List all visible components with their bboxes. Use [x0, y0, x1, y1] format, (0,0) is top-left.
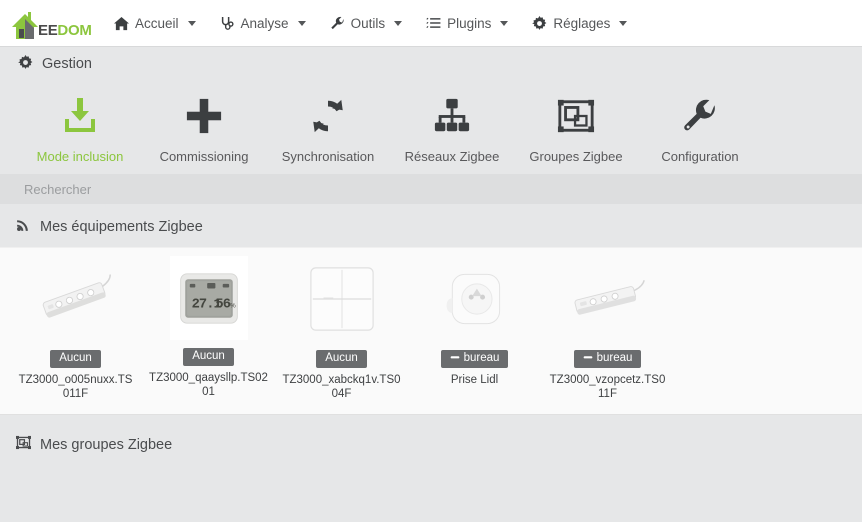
status-badge: bureau — [440, 350, 509, 368]
four-button-switch-art — [309, 267, 374, 331]
gestion-section-header: Gestion — [0, 47, 862, 81]
broadcast-signal-icon — [16, 217, 31, 236]
badge-label: Aucun — [59, 352, 92, 365]
chevron-down-icon — [500, 20, 509, 26]
power-strip-art — [42, 274, 111, 318]
chevron-down-icon — [394, 20, 403, 26]
nav-item-accueil[interactable]: Accueil — [102, 10, 208, 37]
action-commissioning[interactable]: Commissioning — [142, 87, 266, 164]
groups-section-header: Mes groupes Zigbee — [0, 415, 862, 466]
action-configuration[interactable]: Configuration — [638, 87, 762, 164]
groups-panel — [0, 465, 862, 506]
power-strip-art — [574, 280, 645, 316]
gestion-action-row: Mode inclusion Commissioning Synchronisa… — [0, 81, 862, 175]
svg-text:56: 56 — [215, 297, 230, 312]
device-name: TZ3000_xabckq1v.TS004F — [282, 373, 401, 401]
jeedom-logo[interactable]: EEDOM — [8, 3, 92, 43]
action-groupes-zigbee-label: Groupes Zigbee — [529, 149, 623, 164]
devices-panel: Aucun TZ3000_o005nuxx.TS011F 27.1 56 % A… — [0, 247, 862, 416]
temp-humidity-sensor-art: 27.1 56 % — [179, 273, 238, 324]
nav-item-reglages[interactable]: Réglages — [520, 10, 639, 37]
chevron-down-icon — [187, 20, 196, 26]
nav-item-analyse-label: Analyse — [240, 15, 289, 31]
nav-item-analyse[interactable]: Analyse — [208, 10, 318, 37]
top-navbar: EEDOM Accueil Analyse Outils Plugins Rég… — [0, 0, 862, 47]
brand-wordmark: EEDOM — [38, 23, 92, 38]
action-mode-inclusion-label: Mode inclusion — [36, 149, 124, 164]
brand-ee: EE — [38, 22, 58, 39]
action-reseaux-zigbee-label: Réseaux Zigbee — [404, 149, 500, 164]
list-check-icon — [426, 16, 441, 31]
status-badge: Aucun — [183, 348, 234, 366]
nav-item-plugins-label: Plugins — [447, 15, 492, 31]
jeedom-house-logo — [8, 9, 42, 43]
action-reseaux-zigbee[interactable]: Réseaux Zigbee — [390, 87, 514, 164]
chevron-down-icon — [619, 20, 628, 26]
gear-icon — [532, 15, 547, 31]
chevron-down-icon — [297, 20, 306, 26]
devices-section-header: Mes équipements Zigbee — [0, 204, 862, 248]
plus-icon — [185, 87, 223, 145]
gear-icon — [18, 54, 33, 74]
status-badge: Aucun — [316, 350, 367, 368]
room-icon — [583, 352, 593, 365]
search-input[interactable] — [22, 180, 322, 198]
device-name: TZ3000_o005nuxx.TS011F — [18, 373, 133, 401]
home-icon — [114, 16, 129, 31]
badge-label: Aucun — [192, 350, 225, 363]
wrench-icon — [682, 87, 718, 145]
nav-item-outils-label: Outils — [350, 15, 386, 31]
status-badge: Aucun — [50, 350, 101, 368]
devices-section-title: Mes équipements Zigbee — [40, 218, 203, 235]
status-badge: bureau — [573, 350, 642, 368]
device-thumbnail — [14, 256, 137, 342]
device-card[interactable]: Aucun TZ3000_o005nuxx.TS011F — [14, 256, 137, 404]
stethoscope-icon — [220, 16, 235, 31]
device-card[interactable]: bureau Prise Lidl — [413, 256, 536, 404]
room-icon — [450, 352, 460, 365]
search-bar — [0, 174, 862, 205]
badge-label: bureau — [596, 352, 633, 365]
device-name: Prise Lidl — [450, 373, 499, 386]
brand-dom: DOM — [57, 22, 92, 39]
smart-plug-art — [446, 274, 500, 325]
device-card[interactable]: bureau TZ3000_vzopcetz.TS011F — [546, 256, 669, 404]
svg-text:%: % — [230, 302, 236, 309]
action-mode-inclusion[interactable]: Mode inclusion — [18, 87, 142, 164]
gestion-title: Gestion — [42, 56, 92, 72]
badge-label: Aucun — [325, 352, 358, 365]
device-card[interactable]: 27.1 56 % Aucun TZ3000_qaaysllp.TS0201 — [147, 256, 270, 404]
nav-item-reglages-label: Réglages — [553, 15, 611, 31]
download-inbox-icon — [60, 87, 100, 145]
device-name: TZ3000_vzopcetz.TS011F — [549, 373, 666, 401]
action-synchronisation-label: Synchronisation — [281, 149, 375, 164]
nav-item-outils[interactable]: Outils — [318, 10, 415, 37]
wrench-icon — [330, 16, 345, 31]
action-synchronisation[interactable]: Synchronisation — [266, 87, 390, 164]
badge-label: bureau — [463, 352, 500, 365]
sync-arrows-icon — [309, 87, 347, 145]
object-group-icon — [16, 435, 31, 454]
device-card[interactable]: Aucun TZ3000_xabckq1v.TS004F — [280, 256, 403, 404]
device-name: TZ3000_qaaysllp.TS0201 — [149, 371, 268, 399]
nav-item-accueil-label: Accueil — [135, 15, 179, 31]
device-thumbnail — [413, 256, 536, 342]
action-commissioning-label: Commissioning — [159, 149, 249, 164]
device-thumbnail — [546, 256, 669, 342]
device-thumbnail: 27.1 56 % — [169, 256, 248, 341]
device-thumbnail — [280, 256, 403, 342]
sitemap-icon — [433, 87, 471, 145]
groups-section-title: Mes groupes Zigbee — [40, 436, 173, 453]
object-group-icon — [557, 87, 595, 145]
nav-item-plugins[interactable]: Plugins — [414, 10, 520, 37]
action-groupes-zigbee[interactable]: Groupes Zigbee — [514, 87, 638, 164]
action-configuration-label: Configuration — [661, 149, 739, 164]
